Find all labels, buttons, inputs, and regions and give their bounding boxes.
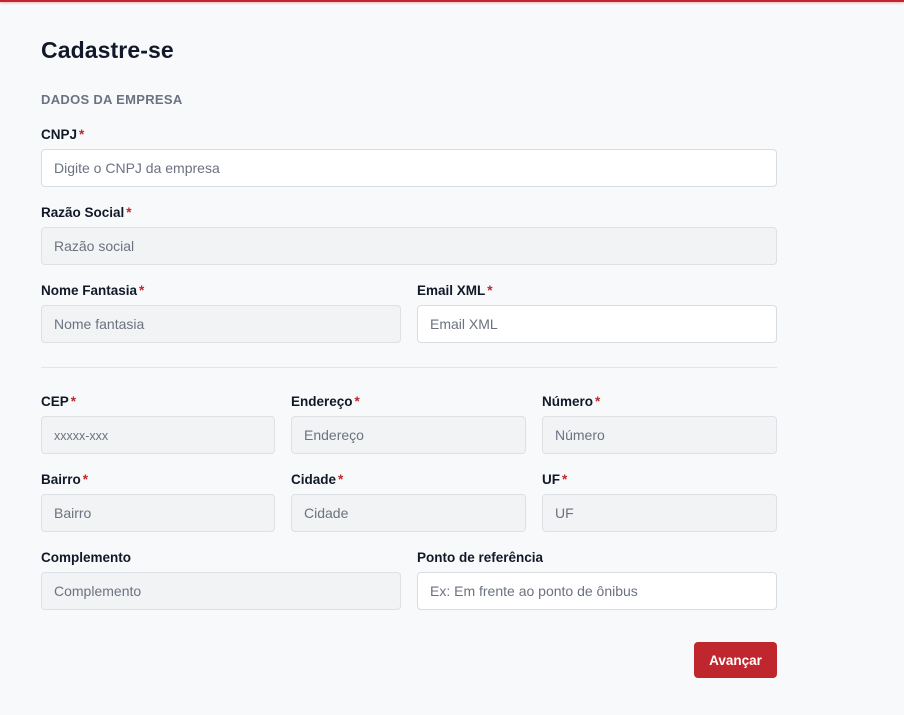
cidade-label: Cidade * [291, 472, 344, 487]
email-xml-label: Email XML * [417, 283, 493, 298]
uf-input [542, 494, 777, 532]
numero-field: Número * [542, 393, 777, 454]
ponto-referencia-field: Ponto de referência [417, 549, 777, 610]
email-xml-field: Email XML * [417, 282, 777, 343]
cep-field: CEP * [41, 393, 275, 454]
required-marker: * [126, 205, 132, 220]
required-marker: * [562, 472, 568, 487]
uf-label: UF * [542, 472, 568, 487]
required-marker: * [595, 394, 601, 409]
complemento-label: Complemento [41, 550, 132, 565]
nome-fantasia-field: Nome Fantasia * [41, 282, 401, 343]
cidade-field: Cidade * [291, 471, 526, 532]
cnpj-label: CNPJ * [41, 127, 85, 142]
bairro-label: Bairro * [41, 472, 89, 487]
numero-label: Número * [542, 394, 601, 409]
required-marker: * [82, 472, 89, 487]
razao-social-field: Razão Social * [41, 204, 777, 265]
nome-fantasia-input [41, 305, 401, 343]
cep-label: CEP * [41, 394, 77, 409]
razao-social-input [41, 227, 777, 265]
bairro-input [41, 494, 275, 532]
numero-input [542, 416, 777, 454]
endereco-field: Endereço * [291, 393, 526, 454]
cnpj-field: CNPJ * [41, 126, 777, 187]
required-marker: * [338, 472, 344, 487]
required-marker: * [79, 127, 85, 142]
required-marker: * [354, 394, 360, 409]
uf-field: UF * [542, 471, 777, 532]
endereco-input [291, 416, 526, 454]
required-marker: * [139, 283, 145, 298]
email-xml-input[interactable] [417, 305, 777, 343]
section-divider [41, 367, 777, 368]
required-marker: * [70, 394, 77, 409]
cidade-input [291, 494, 526, 532]
avancar-button[interactable]: Avançar [694, 642, 777, 678]
ponto-referencia-input[interactable] [417, 572, 777, 610]
nome-fantasia-label: Nome Fantasia * [41, 283, 145, 298]
cep-input [41, 416, 275, 454]
top-accent-bar [0, 0, 904, 2]
complemento-input [41, 572, 401, 610]
bairro-field: Bairro * [41, 471, 275, 532]
cnpj-input[interactable] [41, 149, 777, 187]
complemento-field: Complemento [41, 549, 401, 610]
ponto-referencia-label: Ponto de referência [417, 550, 544, 565]
required-marker: * [487, 283, 493, 298]
section-title: DADOS DA EMPRESA [41, 92, 183, 107]
page-title: Cadastre-se [41, 37, 174, 63]
razao-social-label: Razão Social * [41, 205, 132, 220]
endereco-label: Endereço * [291, 394, 360, 409]
